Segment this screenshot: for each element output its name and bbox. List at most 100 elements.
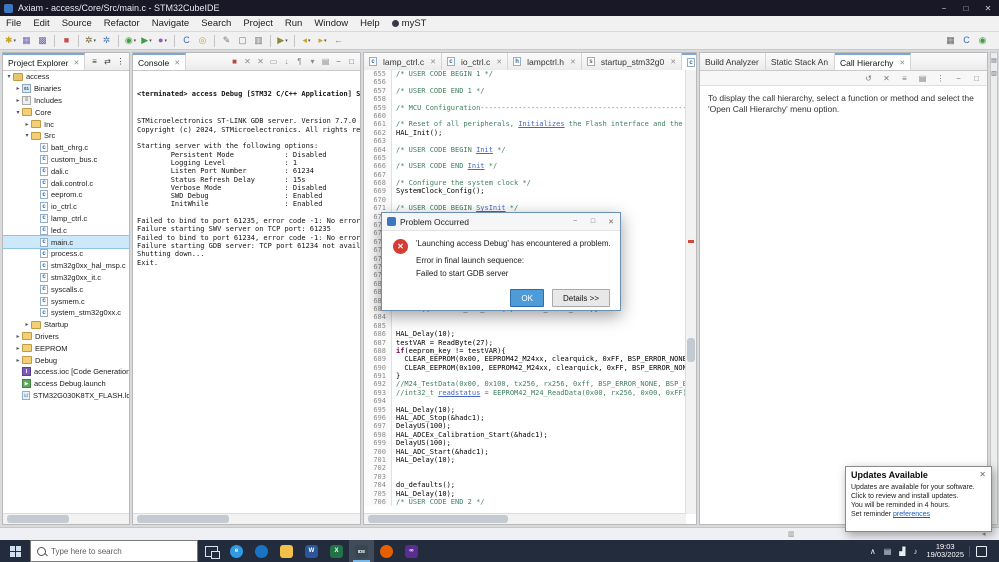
tab-call-hierarchy[interactable]: Call Hierarchy ✕ xyxy=(835,53,912,70)
error-marker[interactable] xyxy=(688,240,694,243)
close-tab-icon[interactable]: ✕ xyxy=(430,58,436,66)
link-editor-icon[interactable]: ⇄ xyxy=(101,57,114,66)
close-icon[interactable]: ✕ xyxy=(979,470,986,479)
tree-item-stm32g0xx-it-c[interactable]: c stm32g0xx_it.c xyxy=(3,272,129,284)
editor-tab-io-ctrl-c[interactable]: c io_ctrl.c ✕ xyxy=(442,53,509,70)
minimize-view-icon[interactable]: − xyxy=(952,74,965,83)
edge-browser-icon[interactable]: e xyxy=(224,540,249,562)
menu-myst[interactable]: myST xyxy=(386,16,433,31)
dialog-maximize-button[interactable]: □ xyxy=(584,213,602,230)
cancel-icon[interactable]: ✕ xyxy=(880,74,893,83)
search-icon[interactable]: ◎ xyxy=(195,33,210,48)
editor-vscrollbar[interactable] xyxy=(685,70,696,514)
tree-item-dali-c[interactable]: c dali.c xyxy=(3,165,129,177)
maximize-button[interactable]: □ xyxy=(955,0,977,16)
view-menu-icon[interactable]: ⋮ xyxy=(114,57,127,66)
updates-notification[interactable]: Updates Available ✕ Updates are availabl… xyxy=(845,466,992,532)
tree-item-src[interactable]: ▾ Src xyxy=(3,130,129,142)
console-hscrollbar[interactable] xyxy=(133,513,360,524)
scrollbar-thumb[interactable] xyxy=(137,515,229,523)
maximize-view-icon[interactable]: □ xyxy=(970,74,983,83)
tree-item-inc[interactable]: ▸ Inc xyxy=(3,118,129,130)
dialog-titlebar[interactable]: Problem Occurred − □ ✕ xyxy=(382,213,620,231)
menu-run[interactable]: Run xyxy=(279,16,308,31)
tab-static-stack-an[interactable]: Static Stack An xyxy=(766,53,836,70)
tree-item-eeprom-c[interactable]: c eeprom.c xyxy=(3,189,129,201)
close-tab-icon[interactable]: ✕ xyxy=(496,58,502,66)
restore-view-icon-2[interactable]: ▥ xyxy=(991,70,997,77)
forward-icon[interactable]: ▸ ▾ xyxy=(315,33,330,48)
editor-tab-lamp-ctrl-c[interactable]: c lamp_ctrl.c ✕ xyxy=(364,53,442,70)
close-tab-icon[interactable]: ✕ xyxy=(174,59,180,67)
tree-item-core[interactable]: ▾ Core xyxy=(3,106,129,118)
close-tab-icon[interactable]: ✕ xyxy=(73,59,79,67)
ok-button[interactable]: OK xyxy=(510,289,544,307)
taskbar-clock[interactable]: 19:03 19/03/2025 xyxy=(921,542,969,560)
taskbar-search[interactable]: Type here to search xyxy=(30,540,198,562)
editor-tab-lampctrl-h[interactable]: h lampctrl.h ✕ xyxy=(508,53,582,70)
maximize-view-icon[interactable]: □ xyxy=(345,57,358,66)
menu-project[interactable]: Project xyxy=(237,16,279,31)
expand-icon[interactable]: ▸ xyxy=(14,85,22,92)
new-c-project-icon[interactable]: C xyxy=(179,33,194,48)
minimize-button[interactable]: − xyxy=(933,0,955,16)
word-wrap-icon[interactable]: ¶ xyxy=(293,57,306,66)
close-tab-icon[interactable]: ✕ xyxy=(899,59,905,67)
annotation-icon[interactable]: ✎ xyxy=(219,33,234,48)
browser-icon[interactable] xyxy=(249,540,274,562)
tree-item-main-c[interactable]: c main.c xyxy=(3,235,129,249)
last-edit-icon[interactable]: ← xyxy=(331,33,346,48)
tree-item-access[interactable]: ▾ access xyxy=(3,71,129,83)
word-icon[interactable]: W xyxy=(299,540,324,562)
tree-item-stm32g030k8tx-flash-ld[interactable]: ld STM32G030K8TX_FLASH.ld xyxy=(3,390,129,402)
start-button[interactable] xyxy=(0,540,30,562)
expand-icon[interactable]: ▸ xyxy=(14,333,22,340)
toggle-mark-icon[interactable]: ▥ xyxy=(251,33,266,48)
expand-icon[interactable]: ▸ xyxy=(23,321,31,328)
tree-item-led-c[interactable]: c led.c xyxy=(3,224,129,236)
expand-icon[interactable]: ▸ xyxy=(14,97,22,104)
scroll-lock-icon[interactable]: ↓ xyxy=(280,57,293,66)
remove-all-launches-icon[interactable]: ✕ xyxy=(254,57,267,66)
display-icon[interactable]: ▤ xyxy=(880,547,896,556)
build-icon[interactable]: ✲ ▾ xyxy=(83,33,98,48)
menu-edit[interactable]: Edit xyxy=(27,16,55,31)
build-all-icon[interactable]: ✲ xyxy=(99,33,114,48)
cpp-perspective-icon[interactable]: C xyxy=(959,33,974,48)
task-view-button[interactable] xyxy=(198,540,224,562)
refresh-view-icon[interactable]: ↺ xyxy=(862,74,875,83)
editor-hscrollbar[interactable] xyxy=(364,513,686,524)
collapse-icon[interactable]: ▾ xyxy=(5,73,13,80)
minimize-view-icon[interactable]: − xyxy=(332,57,345,66)
menu-window[interactable]: Window xyxy=(308,16,354,31)
tree-item-debug[interactable]: ▸ Debug xyxy=(3,354,129,366)
tree-item-includes[interactable]: ▸ ≡ Includes xyxy=(3,95,129,107)
details-button[interactable]: Details >> xyxy=(551,289,610,307)
debug-icon[interactable]: ◉ ▾ xyxy=(123,33,138,48)
close-tab-icon[interactable]: ✕ xyxy=(670,58,676,66)
scrollbar-thumb[interactable] xyxy=(7,515,69,523)
menu-refactor[interactable]: Refactor xyxy=(98,16,146,31)
tree-item-sysmem-c[interactable]: c sysmem.c xyxy=(3,295,129,307)
run-icon[interactable]: ▶ ▾ xyxy=(139,33,154,48)
excel-icon[interactable]: X xyxy=(324,540,349,562)
back-icon[interactable]: ◂ ▾ xyxy=(299,33,314,48)
collapse-all-icon[interactable]: ≡ xyxy=(88,57,101,66)
tree-item-lamp-ctrl-c[interactable]: c lamp_ctrl.c xyxy=(3,213,129,225)
scrollbar-thumb[interactable] xyxy=(687,338,695,362)
dialog-close-button[interactable]: ✕ xyxy=(602,213,620,230)
tree-item-process-c[interactable]: c process.c xyxy=(3,248,129,260)
terminate-icon[interactable]: ■ xyxy=(228,57,241,66)
menu-source[interactable]: Source xyxy=(56,16,98,31)
network-icon[interactable]: ▟ xyxy=(895,547,909,556)
menu-navigate[interactable]: Navigate xyxy=(146,16,196,31)
file-explorer-icon[interactable] xyxy=(274,540,299,562)
tree-item-stm32g0xx-hal-msp-c[interactable]: c stm32g0xx_hal_msp.c xyxy=(3,260,129,272)
tree-item-system-stm32g0xx-c[interactable]: c system_stm32g0xx.c xyxy=(3,307,129,319)
collapse-icon[interactable]: ▾ xyxy=(23,132,31,139)
remove-launch-icon[interactable]: ✕ xyxy=(241,57,254,66)
action-center-button[interactable] xyxy=(969,545,992,557)
layout-icon[interactable]: ▤ xyxy=(916,74,929,83)
tree-item-io-ctrl-c[interactable]: c io_ctrl.c xyxy=(3,201,129,213)
new-wizard-icon[interactable]: ✱ ▾ xyxy=(3,33,18,48)
